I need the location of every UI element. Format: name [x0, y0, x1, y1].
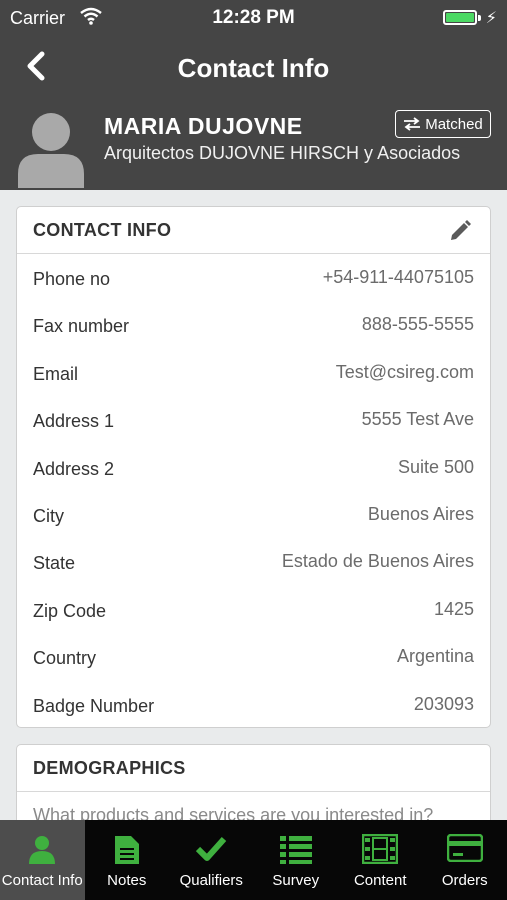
list-icon: [279, 834, 313, 869]
contact-row: State Estado de Buenos Aires: [17, 539, 490, 586]
contact-info-card: CONTACT INFO Phone no +54-911-44075105 Fax…: [16, 206, 491, 728]
contact-row: Country Argentina: [17, 634, 490, 681]
contact-row-label: Country: [33, 648, 97, 669]
battery-icon: [443, 10, 477, 25]
swap-arrows-icon: [404, 117, 421, 131]
contact-row-label: Zip Code: [33, 600, 107, 621]
tab-content[interactable]: Content: [338, 820, 423, 900]
demographics-card-header: DEMOGRAPHICS: [17, 745, 490, 792]
contact-row-value: +54-911-44075105: [322, 267, 474, 287]
contact-row: Address 1 5555 Test Ave: [17, 397, 490, 444]
battery-tip: [478, 15, 481, 21]
contact-row-value: Estado de Buenos Aires: [281, 551, 474, 572]
tab-survey[interactable]: Survey: [254, 820, 339, 900]
page-title: Contact Info: [177, 53, 330, 83]
contact-name: MARIA DUJOVNE: [104, 113, 303, 139]
top-header: Carrier 12:28 PM ⚡ Contact Info MARIA DU…: [0, 0, 507, 190]
charging-icon: ⚡: [485, 10, 497, 27]
contact-row-value: Buenos Aires: [367, 503, 474, 524]
contact-row-label: Email: [33, 363, 79, 384]
contact-row-label: Fax number: [33, 316, 130, 337]
tab-notes[interactable]: Notes: [85, 820, 170, 900]
person-placeholder-icon: [18, 113, 84, 188]
contact-info-rows: Phone no +54-911-44075105 Fax number 888-55…: [17, 254, 490, 727]
contact-row-label: State: [33, 553, 76, 574]
contact-row-value: 203093: [413, 693, 474, 714]
tab-label: Contact Info: [1, 872, 83, 889]
note-icon: [113, 834, 141, 871]
contact-row-value: 888-555-5555: [361, 314, 474, 335]
contact-row-value: Suite 500: [397, 456, 474, 477]
tab-orders[interactable]: Orders: [423, 820, 507, 900]
checkmark-icon: [195, 834, 227, 869]
film-icon: [362, 833, 399, 869]
credit-card-icon: [446, 833, 483, 867]
avatar: [16, 110, 86, 188]
contact-row-value: Argentina: [396, 646, 474, 667]
contact-row-label: Address 2: [33, 458, 115, 479]
contact-row: Phone no +54-911-44075105: [17, 255, 490, 302]
status-bar: Carrier 12:28 PM ⚡: [0, 0, 507, 36]
tab-qualifiers[interactable]: Qualifiers: [169, 820, 254, 900]
contact-row: City Buenos Aires: [17, 492, 490, 539]
contact-row: Fax number 888-555-5555: [17, 302, 490, 349]
matched-badge[interactable]: Matched: [395, 110, 491, 138]
contact-row: Zip Code 1425: [17, 587, 490, 634]
tab-label: Notes: [107, 872, 147, 889]
contact-row-value: Test@csireg.com: [335, 361, 474, 382]
contact-row-label: City: [33, 505, 64, 526]
status-time: 12:28 PM: [212, 7, 295, 28]
contact-row-label: Badge Number: [33, 695, 155, 716]
contact-row-value: 5555 Test Ave: [361, 409, 474, 430]
tab-label: Content: [353, 872, 407, 889]
tab-bar: Contact Info Notes Qualifiers Survey Content…: [0, 820, 507, 900]
tab-contact-info[interactable]: Contact Info: [0, 820, 85, 900]
contact-row-label: Address 1: [33, 411, 115, 432]
contact-row-label: Phone no: [33, 269, 111, 289]
demographics-card-title: DEMOGRAPHICS: [33, 758, 186, 778]
contact-info-card-header: CONTACT INFO: [17, 207, 490, 254]
edit-button[interactable]: [448, 219, 472, 243]
contact-row: Email Test@csireg.com: [17, 350, 490, 397]
contact-row: Address 2 Suite 500: [17, 445, 490, 492]
contact-company: Arquitectos DUJOVNE HIRSCH y Asociados: [104, 143, 461, 163]
contact-row: Badge Number 203093: [17, 682, 490, 727]
contact-info-card-title: CONTACT INFO: [33, 220, 172, 240]
person-icon: [27, 834, 57, 869]
contact-row-value: 1425: [433, 598, 474, 619]
tab-label: Qualifiers: [179, 872, 243, 889]
tab-label: Orders: [441, 872, 488, 889]
tab-label: Survey: [272, 872, 320, 889]
pencil-icon: [451, 220, 471, 240]
navigation-bar: Contact Info: [0, 36, 507, 100]
matched-label: Matched: [425, 115, 483, 133]
